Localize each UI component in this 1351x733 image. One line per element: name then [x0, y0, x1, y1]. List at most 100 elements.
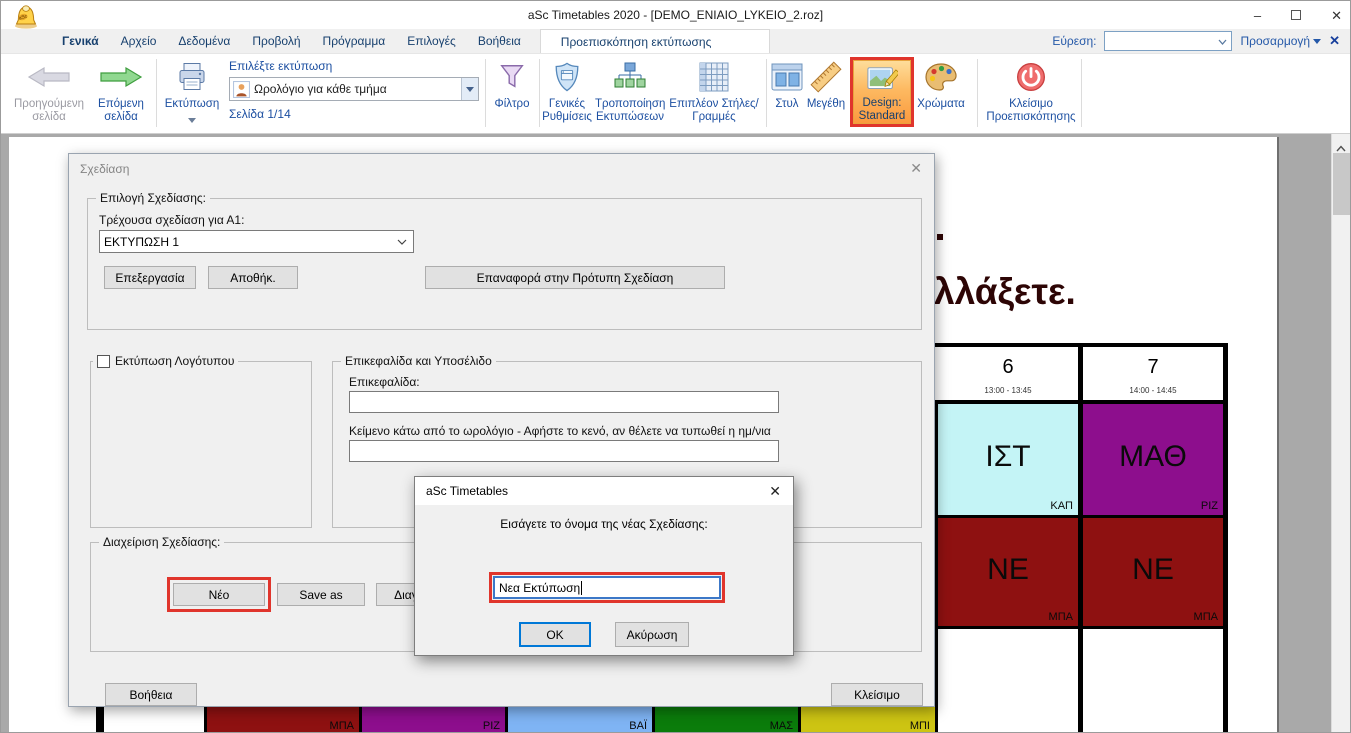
grid-icon — [698, 61, 730, 93]
style-button[interactable]: Στυλ — [769, 58, 805, 111]
cell-subject: ΙΣΤ — [938, 440, 1078, 474]
menu-schedule[interactable]: Πρόγραμμα — [312, 29, 397, 53]
filter-funnel-icon — [497, 62, 527, 92]
close-dialog-icon[interactable]: ✕ — [769, 483, 781, 500]
titlebar: aSc aSc Timetables 2020 - [DEMO_ENIAIO_L… — [1, 1, 1350, 29]
report-combobox-dropdown[interactable] — [461, 78, 478, 100]
cell-teacher: ΡΙΖ — [483, 720, 500, 732]
period-number: 6 — [938, 356, 1078, 379]
cell-teacher: ΚΑΠ — [1050, 500, 1073, 512]
minimize-button[interactable]: – — [1254, 9, 1261, 22]
group-label: Επικεφαλίδα και Υποσέλιδο — [341, 354, 496, 368]
menu-data[interactable]: Δεδομένα — [167, 29, 241, 53]
group-label: Διαχείριση Σχεδίασης: — [99, 535, 224, 549]
menu-help[interactable]: Βοήθεια — [467, 29, 532, 53]
timetable-cell: ΙΣΤ ΚΑΠ — [938, 404, 1078, 515]
name-prompt-dialog: aSc Timetables ✕ Εισάγετε το όνομα της ν… — [414, 476, 794, 656]
timetable-cell: ΝΕ ΜΠΑ — [1083, 518, 1223, 626]
report-combobox[interactable]: Ωρολόγιο για κάθε τμήμα — [229, 77, 479, 101]
reset-default-design-button[interactable]: Επαναφορά στην Πρότυπη Σχεδίαση — [425, 266, 725, 289]
help-label: Βοήθεια — [130, 688, 173, 702]
close-dialog-icon[interactable]: ✕ — [910, 160, 922, 177]
design-label: Design: Standard — [859, 97, 906, 122]
menu-options[interactable]: Επιλογές — [396, 29, 467, 53]
menu-file[interactable]: Αρχείο — [110, 29, 168, 53]
close-window-button[interactable]: ✕ — [1331, 9, 1342, 22]
colors-button[interactable]: Χρώματα — [915, 58, 967, 111]
close-toolbar-icon[interactable]: ✕ — [1329, 33, 1340, 49]
filter-button[interactable]: Φίλτρο — [489, 58, 535, 111]
toolbar-separator — [485, 59, 486, 127]
dialog-title: Σχεδίαση — [80, 162, 129, 176]
close-button[interactable]: Κλείσιμο — [831, 683, 923, 706]
dialog-title: aSc Timetables — [426, 484, 508, 498]
print-label: Εκτύπωση — [165, 98, 220, 110]
timetable-cell: ΜΑΘ ΡΙΖ — [1083, 404, 1223, 515]
customize-menu[interactable]: Προσαρμογή — [1240, 34, 1321, 48]
cell-teacher: ΡΙΖ — [1201, 500, 1218, 512]
vertical-scrollbar[interactable] — [1331, 134, 1350, 733]
ok-button[interactable]: OK — [519, 622, 591, 647]
hierarchy-icon — [613, 61, 647, 93]
chevron-down-icon — [188, 118, 196, 123]
general-settings-label: Γενικές Ρυθμίσεις — [542, 98, 592, 123]
edit-button[interactable]: Επεξεργασία — [104, 266, 196, 289]
timetable-header-col6: 6 13:00 - 13:45 — [938, 347, 1078, 400]
cell-teacher: ΒΑΪ — [629, 720, 647, 732]
timetable-empty-cell — [1083, 629, 1223, 733]
extra-columns-rows-label: Επιπλέον Στήλες/Γραμμές — [669, 98, 758, 123]
report-combobox-value: Ωρολόγιο για κάθε τμήμα — [250, 82, 461, 96]
general-settings-button[interactable]: Γενικές Ρυθμίσεις — [541, 58, 593, 124]
toolbar-separator — [977, 59, 978, 127]
close-preview-label: Κλείσιμο Προεπισκόπησης — [986, 98, 1075, 123]
page-text-fragment: λλάξετε. — [934, 271, 1076, 313]
search-combobox[interactable] — [1104, 31, 1232, 51]
design-button[interactable]: Design: Standard — [853, 60, 911, 124]
current-design-value: ΕΚΤΥΠΩΣΗ 1 — [100, 235, 397, 249]
annotation-design-button: Design: Standard — [850, 57, 914, 127]
cell-subject: ΜΑΘ — [1083, 440, 1223, 474]
cancel-button[interactable]: Ακύρωση — [615, 622, 689, 647]
menu-view[interactable]: Προβολή — [241, 29, 311, 53]
ok-label: OK — [546, 628, 563, 642]
arrow-right-icon — [99, 66, 143, 88]
annotation-name-input — [489, 572, 725, 603]
sizes-label: Μεγέθη — [807, 98, 845, 110]
maximize-button[interactable] — [1291, 10, 1301, 20]
print-button[interactable]: Εκτύπωση — [161, 58, 223, 127]
cell-subject: ΝΕ — [1083, 553, 1223, 587]
edit-label: Επεξεργασία — [115, 271, 184, 285]
cancel-label: Ακύρωση — [627, 628, 678, 642]
toolbar-separator — [1081, 59, 1082, 127]
save-button[interactable]: Αποθήκ. — [208, 266, 298, 289]
chevron-down-icon — [466, 87, 474, 92]
sizes-button[interactable]: Μεγέθη — [804, 58, 848, 111]
save-as-button[interactable]: Save as — [277, 583, 365, 606]
timetable-empty-cell — [938, 629, 1078, 733]
print-logo-checkbox[interactable] — [97, 355, 110, 368]
footer-input[interactable] — [349, 440, 779, 462]
class-report-icon — [233, 81, 250, 98]
design-image-pencil-icon — [866, 65, 898, 95]
group-design-selection: Επιλογή Σχεδίασης: Τρέχουσα σχεδίαση για… — [87, 198, 922, 330]
period-time: 13:00 - 13:45 — [938, 386, 1078, 395]
window-title: aSc Timetables 2020 - [DEMO_ENIAIO_LYKEI… — [1, 8, 1350, 22]
extra-columns-rows-button[interactable]: Επιπλέον Στήλες/Γραμμές — [669, 58, 759, 124]
prev-page-button[interactable]: Προηγούμενη σελίδα — [9, 58, 89, 124]
close-preview-button[interactable]: Κλείσιμο Προεπισκόπησης — [985, 58, 1077, 124]
scrollbar-thumb[interactable] — [1333, 153, 1350, 215]
palette-icon — [924, 62, 958, 92]
period-time: 14:00 - 14:45 — [1083, 386, 1223, 395]
cell-subject: ΝΕ — [938, 553, 1078, 587]
menu-general[interactable]: Γενικά — [51, 29, 110, 53]
menu-spacer — [1, 29, 51, 53]
close-label: Κλείσιμο — [854, 688, 900, 702]
next-page-button[interactable]: Επόμενη σελίδα — [91, 58, 151, 124]
tab-print-preview[interactable]: Προεπισκόπηση εκτύπωσης — [540, 29, 771, 53]
help-button[interactable]: Βοήθεια — [105, 683, 197, 706]
timetable-header-col7: 7 14:00 - 14:45 — [1083, 347, 1223, 400]
header-input[interactable] — [349, 391, 779, 413]
modify-prints-button[interactable]: Τροποποίηση Εκτυπώσεων — [595, 58, 665, 124]
current-design-combobox[interactable]: ΕΚΤΥΠΩΣΗ 1 — [99, 230, 414, 253]
next-page-label: Επόμενη σελίδα — [98, 98, 144, 123]
